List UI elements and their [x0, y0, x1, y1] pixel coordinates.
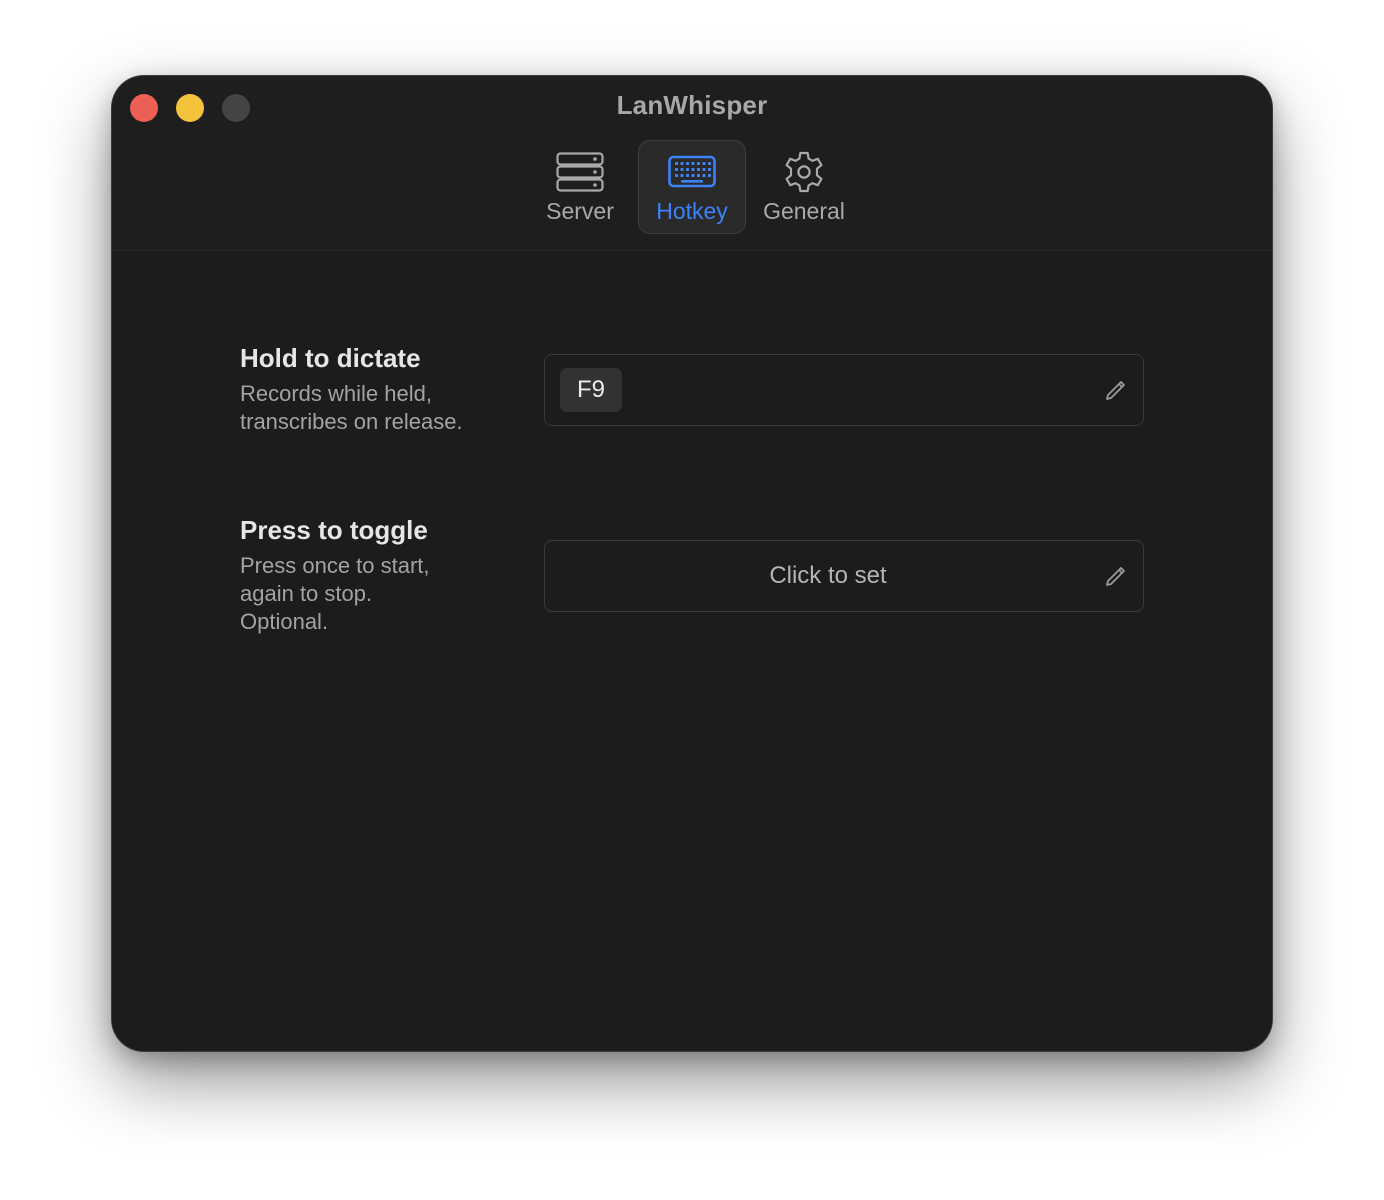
toolbar: LanWhisper Server Hotkey General	[112, 76, 1272, 251]
hold-to-dictate-title: Hold to dictate	[240, 343, 421, 373]
toggle-desc-line: again to stop.	[240, 581, 373, 606]
tab-hotkey-label: Hotkey	[656, 198, 728, 224]
toggle-hotkey-field[interactable]: Click to set	[544, 540, 1144, 612]
window-title: LanWhisper	[616, 90, 768, 120]
press-to-toggle-description: Press once to start, again to stop. Opti…	[240, 552, 500, 636]
toggle-hotkey-placeholder: Click to set	[769, 562, 887, 589]
pencil-icon[interactable]	[1105, 379, 1127, 401]
hold-to-dictate-description: Records while held, transcribes on relea…	[240, 380, 500, 436]
tab-general-label: General	[763, 198, 845, 224]
toggle-desc-line: Optional.	[240, 609, 329, 634]
tab-general[interactable]: General	[750, 140, 858, 234]
press-to-toggle-title: Press to toggle	[240, 515, 428, 545]
tab-hotkey[interactable]: Hotkey	[638, 140, 746, 234]
hold-desc-line: Records while held,	[240, 381, 432, 406]
hold-hotkey-chip: F9	[560, 368, 622, 412]
keyboard-icon	[668, 155, 716, 188]
server-icon	[556, 152, 604, 192]
gear-icon	[785, 151, 823, 193]
tab-server[interactable]: Server	[526, 140, 634, 234]
pencil-icon[interactable]	[1105, 565, 1127, 587]
settings-window: LanWhisper Server Hotkey General Hold to…	[112, 76, 1272, 1051]
hold-hotkey-field[interactable]: F9	[544, 354, 1144, 426]
hold-desc-line: transcribes on release.	[240, 409, 463, 434]
toggle-desc-line: Press once to start,	[240, 553, 430, 578]
tab-server-label: Server	[546, 198, 614, 224]
